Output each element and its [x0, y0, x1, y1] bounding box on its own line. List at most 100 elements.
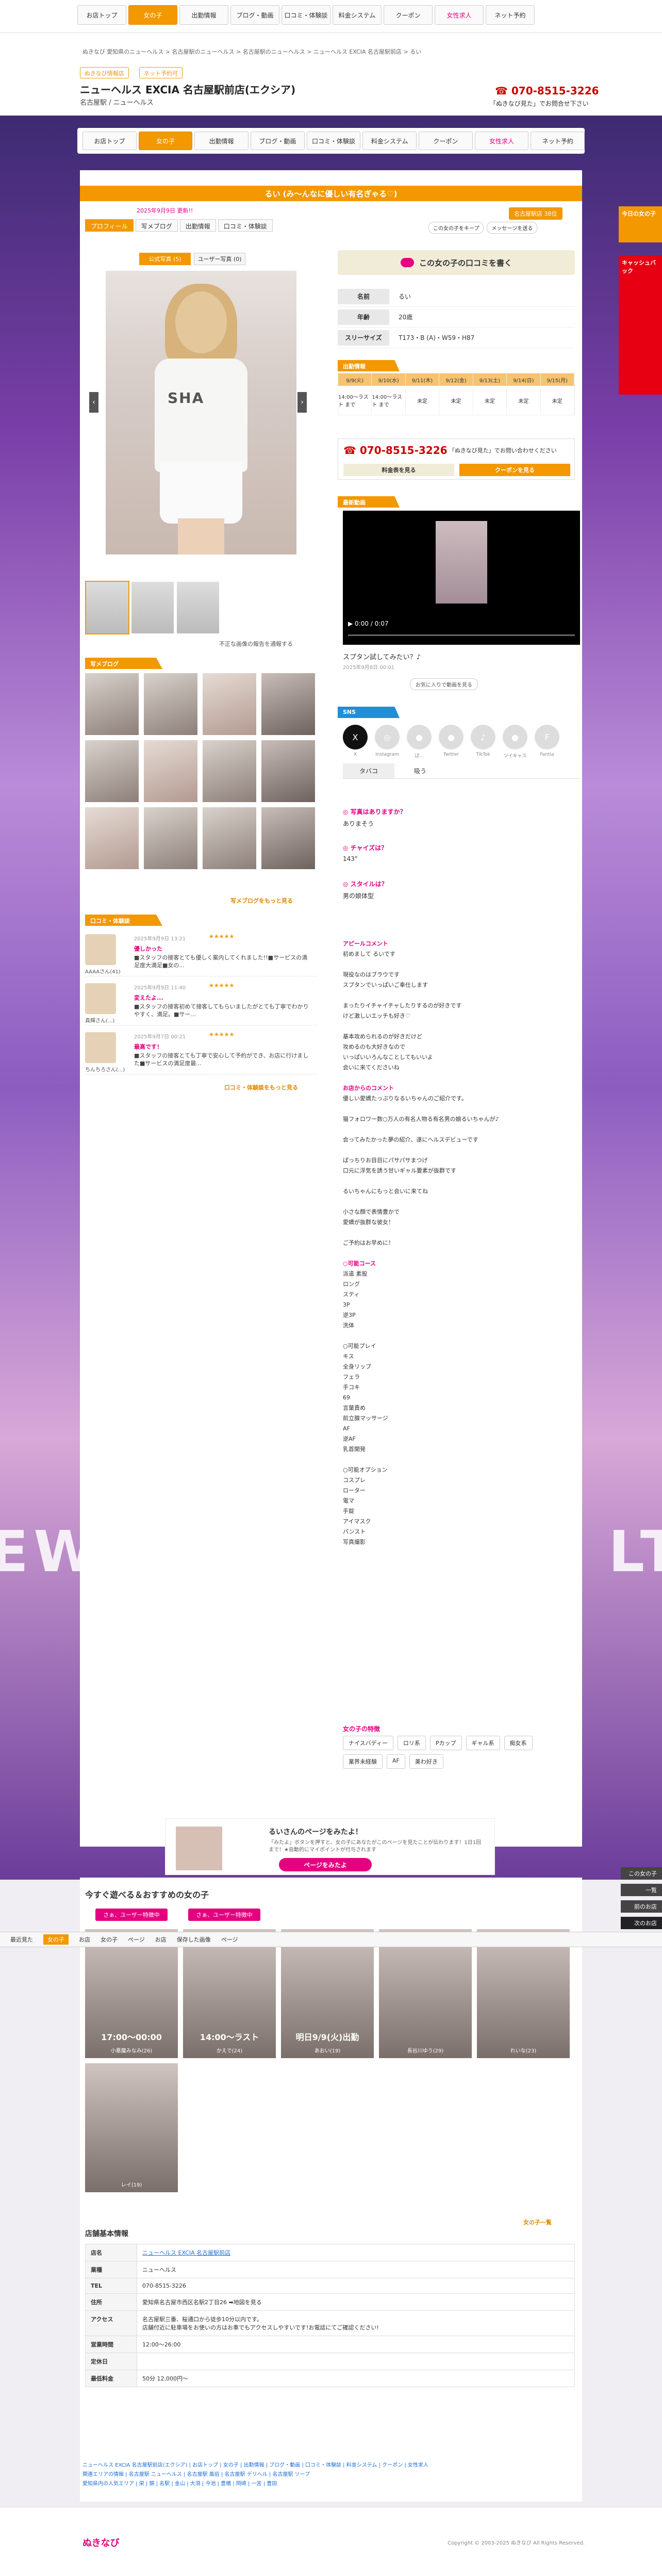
blog-thumb[interactable] [144, 673, 197, 735]
footer-logo[interactable]: ぬきなび [82, 2536, 120, 2549]
photo-next-arrow-icon[interactable]: › [297, 392, 307, 413]
side-prev-shop-button[interactable]: 前のお店 [621, 1900, 662, 1913]
nav-girls[interactable]: 女の子 [128, 5, 177, 25]
review-item[interactable]: 真輝さん(...) 2025年9月9日 11:40 ★★★★★ 変えたよ... … [85, 980, 317, 1025]
blog-thumb[interactable] [203, 740, 256, 802]
review-item[interactable]: ちんちろさん(...) 2025年9月7日 00:21 ★★★★★ 最高です！ … [85, 1029, 317, 1074]
tab-reviews[interactable]: 口コミ・体験談 [218, 219, 273, 232]
nav-price[interactable]: 料金システム [333, 5, 382, 25]
footer-popular-links[interactable]: 愛知県内の人気エリア | 栄 | 錦 | 名駅 | 金山 | 大須 | 今池 |… [82, 2480, 577, 2489]
keep-button[interactable]: この女の子をキープ [428, 222, 484, 234]
contact-tel[interactable]: ☎ 070-8515-3226 [343, 444, 448, 456]
nav-reviews[interactable]: 口コミ・体験談 [282, 5, 330, 25]
girl-card[interactable]: 14:00〜ラスト かえで(24) [183, 1929, 276, 2058]
sitenav-shop-top[interactable]: お店トップ [82, 132, 137, 150]
header-tel[interactable]: ☎ 070-8515-3226 [495, 85, 599, 97]
main-photo[interactable]: SHA [106, 271, 296, 555]
tab-schedule[interactable]: 出勤情報 [179, 219, 216, 232]
shop-value[interactable]: 070-8515-3226 [137, 2278, 575, 2294]
feature-tag[interactable]: 業界未経験 [343, 1754, 383, 1769]
thumbnail[interactable] [177, 582, 219, 633]
blog-thumb[interactable] [85, 673, 139, 735]
recommended-tab[interactable]: さぁ、ユーザー特徴中 [95, 1909, 168, 1921]
message-button[interactable]: メッセージを送る [487, 222, 538, 234]
girl-card[interactable]: 17:00〜00:00 小悪魔みなみ(26) [85, 1929, 178, 2058]
feature-tag[interactable]: AF [387, 1754, 405, 1769]
instagram-icon[interactable]: ◎ [375, 725, 400, 749]
feature-tag[interactable]: Pカップ [429, 1736, 462, 1750]
breadcrumb[interactable]: ぬきなび 愛知県のニューヘルス > 名古屋駅のニューヘルス > 名古屋駅のニュー… [82, 47, 547, 56]
reviews-more-link[interactable]: 口コミ・体験談をもっと見る [224, 1083, 298, 1091]
sitenav-price[interactable]: 料金システム [362, 132, 417, 150]
favorite-video-button[interactable]: お気に入りで動画を見る [410, 678, 478, 690]
tiktok-icon[interactable]: ♪ [471, 725, 495, 749]
write-review-button[interactable]: この女の子の口コミを書く [338, 250, 575, 275]
history-shops[interactable]: お店 [79, 1935, 90, 1944]
blog-thumb[interactable] [261, 807, 315, 869]
tab-user-photos[interactable]: ユーザー写真 (0) [194, 253, 245, 265]
blog-thumb[interactable] [144, 740, 197, 802]
blog-thumb[interactable] [261, 740, 315, 802]
nav-recruit[interactable]: 女性求人 [435, 5, 484, 25]
thumbnail[interactable] [131, 582, 174, 633]
sitenav-girls[interactable]: 女の子 [138, 132, 193, 150]
recommended-tab[interactable]: さぁ、ユーザー特徴中 [188, 1909, 260, 1921]
coupon-button[interactable]: クーポンを見る [459, 464, 570, 476]
tab-blog[interactable]: 写メブログ [135, 219, 178, 232]
x-icon[interactable]: X [343, 725, 368, 749]
feature-tag[interactable]: ギャル系 [466, 1736, 500, 1750]
girl-card[interactable]: 長谷川ゆう(29) [379, 1929, 472, 2058]
mitayo-button[interactable]: ページをみたよ [279, 1858, 372, 1871]
tab-profile[interactable]: プロフィール [85, 219, 134, 232]
history-shop[interactable]: お店 [155, 1935, 167, 1944]
pa-icon[interactable]: ● [407, 725, 432, 749]
review-item[interactable]: AAAAさん(41) 2025年9月9日 13:21 ★★★★★ 優しかった ■… [85, 931, 317, 976]
girl-card[interactable]: レイ(19) [85, 2063, 178, 2192]
feature-tag[interactable]: 痴女系 [504, 1736, 533, 1750]
blog-thumb[interactable] [203, 807, 256, 869]
blog-thumb[interactable] [203, 673, 256, 735]
history-girl[interactable]: 女の子 [101, 1935, 118, 1944]
twitcasting-icon[interactable]: ● [503, 725, 527, 749]
sitenav-blog[interactable]: ブログ・動画 [251, 132, 305, 150]
report-image-link[interactable]: 不正な画像の報告を通報する [219, 640, 293, 648]
shop-name-link[interactable]: ニューヘルス EXCIA 名古屋駅前店 [142, 2249, 230, 2256]
review-title[interactable]: 優しかった [134, 944, 162, 953]
price-list-button[interactable]: 料金表を見る [343, 464, 454, 476]
blog-thumb[interactable] [261, 673, 315, 735]
sitenav-reserve[interactable]: ネット予約 [531, 132, 585, 150]
saved-images[interactable]: 保存した画像 [177, 1935, 211, 1944]
photo-prev-arrow-icon[interactable]: ‹ [89, 392, 98, 413]
side-next-shop-button[interactable]: 次のお店 [621, 1917, 662, 1929]
history-page[interactable]: ページ [128, 1935, 145, 1944]
footer-shop-links[interactable]: ニューヘルス EXCIA 名古屋駅前店(エクシア) | お店トップ | 女の子 … [82, 2461, 577, 2470]
blog-thumb[interactable] [85, 807, 139, 869]
review-title[interactable]: 最高です！ [134, 1042, 162, 1051]
blog-thumb[interactable] [144, 807, 197, 869]
history-girls[interactable]: 女の子 [43, 1934, 69, 1945]
side-ad-cashback[interactable]: キャッシュバック [619, 255, 662, 395]
side-ad-today[interactable]: 今日の女の子 [619, 206, 662, 242]
blog-thumb[interactable] [85, 740, 139, 802]
thumbnail[interactable] [85, 581, 129, 634]
video-progress[interactable] [348, 634, 575, 636]
header-tel-number[interactable]: 070-8515-3226 [511, 85, 599, 97]
history-page2[interactable]: ページ [221, 1935, 238, 1944]
video-player[interactable]: ▶ 0:00 / 0:07 [343, 511, 580, 645]
nav-schedule[interactable]: 出勤情報 [179, 5, 228, 25]
twitter-icon[interactable]: ● [439, 725, 464, 749]
nav-blog[interactable]: ブログ・動画 [230, 5, 279, 25]
side-list-button[interactable]: 一覧 [621, 1884, 662, 1896]
tab-official-photos[interactable]: 公式写真 (5) [139, 253, 191, 265]
contact-tel-number[interactable]: 070-8515-3226 [360, 444, 448, 456]
nav-reserve[interactable]: ネット予約 [486, 5, 535, 25]
sitenav-recruit[interactable]: 女性求人 [474, 132, 529, 150]
video-controls[interactable]: ▶ 0:00 / 0:07 [348, 620, 389, 627]
nav-shop-top[interactable]: お店トップ [77, 5, 126, 25]
feature-tag[interactable]: 美わ好き [409, 1754, 443, 1769]
sitenav-reviews[interactable]: 口コミ・体験談 [306, 132, 361, 150]
feature-tag[interactable]: ナイスバディー [343, 1736, 393, 1750]
side-girl-button[interactable]: この女の子 [621, 1867, 662, 1880]
nav-coupon[interactable]: クーポン [384, 5, 433, 25]
girl-card[interactable]: 明日9/9(火)出勤 あおい(19) [281, 1929, 374, 2058]
